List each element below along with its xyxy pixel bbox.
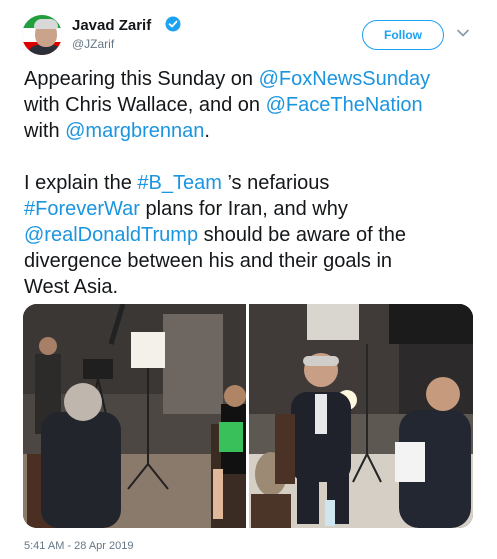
interview-scene-left-icon [23,304,246,528]
interview-photo-right[interactable] [249,304,473,528]
author-name[interactable]: Javad Zarif [72,17,151,34]
mention-link[interactable]: @FoxNewsSunday [259,68,430,90]
mention-link[interactable]: @realDonaldTrump [24,224,198,246]
media-grid [23,304,473,528]
avatar[interactable] [22,15,62,55]
tweet-line: West Asia. [24,276,119,298]
tweet-line: I explain the #B_Team ’s nefarious [24,172,330,194]
tweet-header: Javad Zarif @JZarif Follow [0,0,497,62]
interview-photo-left[interactable] [23,304,246,528]
hashtag-link[interactable]: #B_Team [137,172,222,194]
tweet-line: with @margbrennan. [24,120,210,142]
interview-scene-right-icon [249,304,473,528]
tweet-line: divergence between his and their goals i… [24,250,393,272]
tweet-line: with Chris Wallace, and on @FaceTheNatio… [24,94,423,116]
verified-badge-icon [165,16,181,32]
tweet-timestamp[interactable]: 5:41 AM - 28 Apr 2019 [24,540,133,552]
chevron-down-icon[interactable] [456,28,470,38]
mention-link[interactable]: @margbrennan [65,120,204,142]
avatar-hair [34,19,58,29]
tweet-line: #ForeverWar plans for Iran, and why [24,198,348,220]
tweet-line: Appearing this Sunday on @FoxNewsSunday [24,68,431,90]
follow-button[interactable]: Follow [362,20,444,50]
tweet-line: @realDonaldTrump should be aware of the [24,224,406,246]
author-handle[interactable]: @JZarif [72,37,114,51]
tweet-text: Appearing this Sunday on @FoxNewsSunday … [24,66,479,300]
mention-link[interactable]: @FaceTheNation [266,94,423,116]
hashtag-link[interactable]: #ForeverWar [24,198,140,220]
